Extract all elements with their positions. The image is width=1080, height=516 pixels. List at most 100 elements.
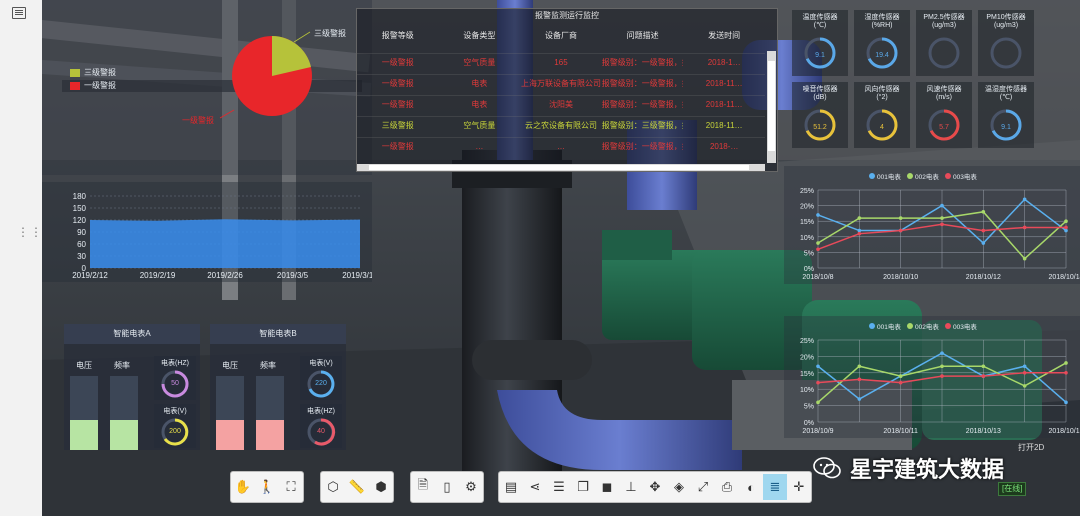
- series-point: [981, 374, 986, 378]
- boxes-icon[interactable]: ⬢: [369, 474, 393, 500]
- legend-dot: [907, 323, 913, 329]
- list-icon[interactable]: ≣: [763, 474, 787, 500]
- cell-type: 电表: [471, 79, 488, 88]
- meter-b-voltage-bar: [216, 376, 244, 450]
- meter-a-voltage-bar: [70, 376, 98, 450]
- alarm-table-row[interactable]: 一级警报 空气质量 165 报警级别：一级警报，报警值 2018-1…: [357, 53, 765, 74]
- plus-icon[interactable]: ✛: [787, 474, 811, 500]
- explode-icon[interactable]: ✥: [643, 474, 667, 500]
- legend-label: 003电表: [953, 172, 977, 181]
- gear-icon[interactable]: ⚙: [459, 474, 483, 500]
- sensor-card[interactable]: 温湿度传感器 (℃) 9.1: [978, 82, 1034, 148]
- meter-a-freq-bar: [110, 376, 138, 450]
- bim-scene[interactable]: 三级警报 一级警报 三级警报 一级警报 0 30 60 90 120 150 180 2019…: [42, 0, 1080, 516]
- cube-icon[interactable]: ⬡: [321, 474, 345, 500]
- sensor-card[interactable]: 温度传感器 (℃) 9.1: [792, 10, 848, 76]
- sensor-card[interactable]: 风向传感器 (°2) 4: [854, 82, 910, 148]
- snapshot-icon[interactable]: ⎙: [715, 474, 739, 500]
- legend-dot: [869, 323, 875, 329]
- meter-a-gauge-1: 电表(HZ) 50: [154, 356, 196, 400]
- file-icon[interactable]: 🗎: [411, 474, 435, 500]
- alarm-table-header: 报警等级 设备类型 设备厂商 问题描述 发送时间: [357, 27, 765, 45]
- sensor-card[interactable]: 噪音传感器 (dB) 51.2: [792, 82, 848, 148]
- open-2d-button[interactable]: 打开2D: [1018, 442, 1044, 453]
- stack-icon[interactable]: ☰: [547, 474, 571, 500]
- y-tick-label: 90: [77, 228, 86, 237]
- sensor-card[interactable]: 风速传感器 (m/s) 5.7: [916, 82, 972, 148]
- col-header-time[interactable]: 发送时间: [683, 27, 765, 45]
- cell-type: …: [475, 142, 484, 151]
- vscroll-thumb[interactable]: [768, 61, 775, 151]
- y-tick-label: 150: [73, 204, 87, 213]
- cell-level: 三级警报: [381, 121, 414, 130]
- alarm-table-row[interactable]: 一级警报 电表 沈阳美 报警级别：一级警报，报警值 2018-11…: [357, 95, 765, 116]
- sensor-card[interactable]: PM2.5传感器 (ug/m3): [916, 10, 972, 76]
- legend-label: 003电表: [953, 322, 977, 331]
- x-tick-label: 2018/10/9: [802, 428, 833, 435]
- hscroll-thumb[interactable]: [369, 165, 749, 170]
- series-point: [1064, 400, 1068, 405]
- device-icon[interactable]: ▯: [435, 474, 459, 500]
- pie-legend: 三级警报 一级警报: [70, 66, 116, 92]
- col-header-vendor[interactable]: 设备厂商: [520, 27, 602, 45]
- series-point: [1022, 371, 1027, 375]
- cell-type: 空气质量: [463, 58, 496, 67]
- col-header-level[interactable]: 报警等级: [357, 27, 439, 45]
- sensor-name: 风速传感器 (m/s): [926, 86, 962, 101]
- alarm-table-row[interactable]: 一级警报 … … 报警级别：一级警报，报警值 2018-…: [357, 137, 765, 158]
- drag-handle-icon[interactable]: ⋮⋮: [17, 226, 43, 238]
- legend-swatch: [70, 81, 80, 90]
- x-tick-label: 2018/10/10: [883, 274, 918, 281]
- series-point: [940, 216, 944, 220]
- expand-icon[interactable]: ⤢: [691, 474, 715, 500]
- copy-icon[interactable]: ❐: [571, 474, 595, 500]
- series-point: [1064, 225, 1068, 230]
- sensor-gauge: [990, 37, 1022, 69]
- x-tick-label: 2019/2/12: [72, 271, 108, 280]
- alarm-table-row[interactable]: 一级警报 电表 上海万联设备有限公司报警级别：一级警报，报警值 2018-11…: [357, 74, 765, 95]
- alarm-table-row[interactable]: 三级警报 空气质量 云之农设备有限公司报警级别：三级警报，报警值 2018-11…: [357, 116, 765, 137]
- sensor-card[interactable]: PM10传感器 (ug/m3): [978, 10, 1034, 76]
- ruler-icon[interactable]: 📏: [345, 474, 369, 500]
- y-tick-label: 5%: [804, 404, 814, 411]
- y-tick-label: 120: [73, 216, 87, 225]
- left-sidebar: ⋮⋮: [0, 0, 43, 516]
- legend-item-level1[interactable]: 一级警报: [70, 79, 116, 92]
- alarm-table-hscrollbar[interactable]: [357, 164, 765, 171]
- sensor-name: 风向传感器 (°2): [864, 86, 900, 101]
- meter-line-chart-2-panel: 001电表 002电表 003电表 0% 5% 10% 15% 20% 25% 2018/10/9…: [784, 316, 1080, 438]
- meter-a-voltage-label: 电压: [76, 361, 92, 370]
- series-point: [981, 228, 986, 233]
- half-icon[interactable]: ◐: [739, 474, 763, 500]
- tree-icon[interactable]: ⊥: [619, 474, 643, 500]
- legend-label: 002电表: [915, 172, 939, 181]
- y-tick-label: 5%: [804, 250, 814, 257]
- cell-time: 2018-11…: [705, 79, 743, 88]
- series-point: [857, 364, 862, 369]
- series-point: [816, 213, 820, 217]
- share-icon[interactable]: ⋖: [523, 474, 547, 500]
- x-tick-label: 2018/10/13: [966, 428, 1001, 435]
- hand-icon[interactable]: ✋: [231, 474, 255, 500]
- series-point: [857, 397, 862, 401]
- col-header-desc[interactable]: 问题描述: [602, 27, 684, 45]
- square-icon[interactable]: ◼: [595, 474, 619, 500]
- series-point: [1022, 384, 1027, 388]
- area-chart: 03060901201501802019/2/12 2019/2/19 2019/2…: [72, 192, 372, 280]
- person-icon[interactable]: 🚶: [255, 474, 279, 500]
- camera-icon[interactable]: ⛶: [279, 474, 303, 500]
- alarm-monitor-table: 报警监测运行监控 报警等级 设备类型 设备厂商 问题描述 发送时间 一级警报 空气…: [356, 8, 778, 172]
- cell-vendor: 云之农设备有限公司: [524, 121, 597, 130]
- col-header-type[interactable]: 设备类型: [439, 27, 521, 45]
- legend-item-level3[interactable]: 三级警报: [70, 66, 116, 79]
- gauge-value: 50: [171, 380, 179, 387]
- paint-icon[interactable]: ◈: [667, 474, 691, 500]
- series-point: [857, 231, 862, 236]
- menu-icon[interactable]: [12, 7, 26, 19]
- sensor-card[interactable]: 湿度传感器 (%RH) 19.4: [854, 10, 910, 76]
- status-badge: [在线]: [998, 482, 1027, 496]
- alarm-table-vscrollbar[interactable]: [767, 51, 776, 163]
- series-point: [898, 216, 903, 220]
- layers-icon[interactable]: ▤: [499, 474, 523, 500]
- y-tick-label: 15%: [800, 371, 814, 378]
